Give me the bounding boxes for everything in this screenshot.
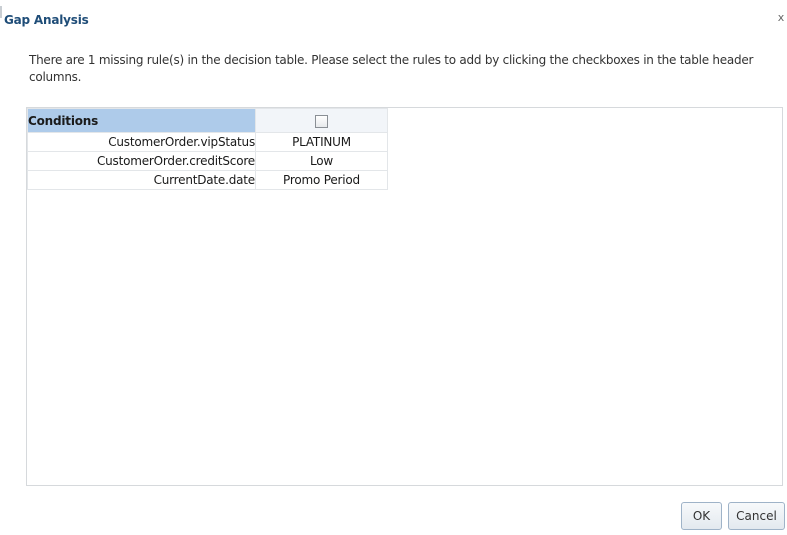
add-rule-checkbox[interactable] <box>315 114 328 128</box>
condition-label: CurrentDate.date <box>27 170 256 190</box>
condition-label: CustomerOrder.creditScore <box>27 151 256 171</box>
decision-table-panel: Conditions CustomerOrder.vipStatus PLATI… <box>26 107 783 486</box>
table-row: CustomerOrder.vipStatus PLATINUM <box>27 132 388 152</box>
table-row: CurrentDate.date Promo Period <box>27 170 388 190</box>
conditions-header: Conditions <box>27 108 256 133</box>
dialog-title: Gap Analysis <box>4 13 89 27</box>
dialog-header: Gap Analysis x <box>0 0 787 40</box>
condition-value[interactable]: Promo Period <box>255 170 388 190</box>
condition-label: CustomerOrder.vipStatus <box>27 132 256 152</box>
ok-button[interactable]: OK <box>681 502 722 530</box>
rule-header-cell <box>255 108 388 133</box>
gap-analysis-dialog: Gap Analysis x There are 1 missing rule(… <box>0 0 787 535</box>
table-row: CustomerOrder.creditScore Low <box>27 151 388 171</box>
close-icon[interactable]: x <box>776 11 786 25</box>
condition-value[interactable]: Low <box>255 151 388 171</box>
cancel-button[interactable]: Cancel <box>728 502 785 530</box>
gap-table: Conditions CustomerOrder.vipStatus PLATI… <box>27 108 388 190</box>
instruction-message: There are 1 missing rule(s) in the decis… <box>29 53 754 84</box>
table-header-row: Conditions <box>27 108 388 133</box>
condition-value[interactable]: PLATINUM <box>255 132 388 152</box>
